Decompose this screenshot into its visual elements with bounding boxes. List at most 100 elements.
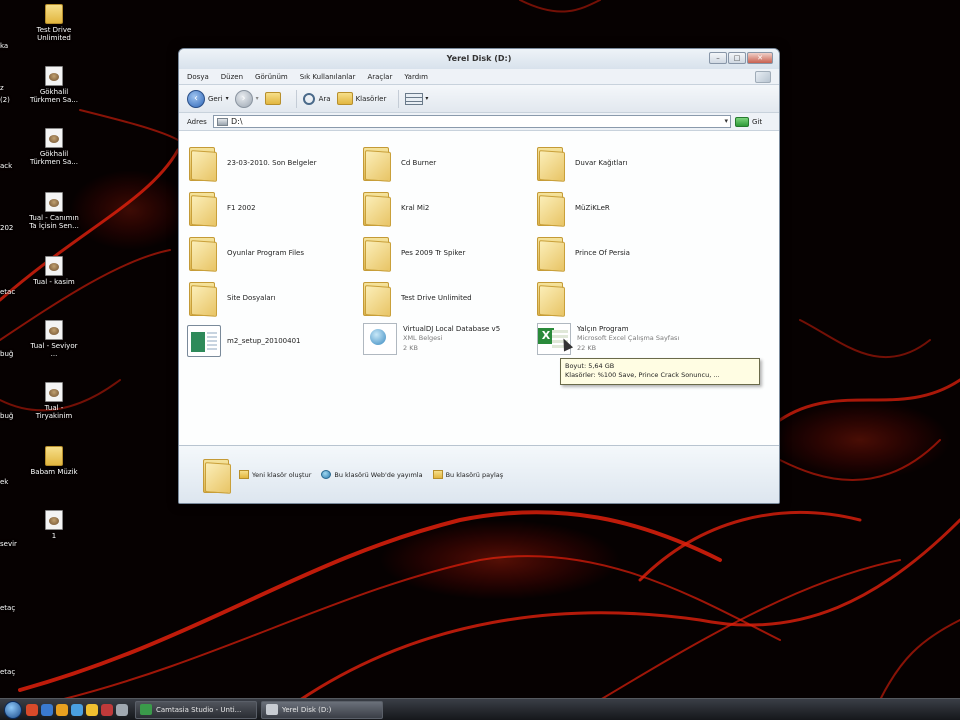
task-label: Yeni klasör oluştur (252, 470, 312, 479)
desktop-icon-label: Tual - Tiryakinim (35, 404, 73, 420)
back-button[interactable]: ‹ Geri ▾ (187, 89, 229, 108)
views-button[interactable]: ▾ (405, 92, 428, 105)
search-label: Ara (318, 94, 331, 103)
file-item[interactable]: m2_setup_20100401 (187, 325, 300, 357)
address-input[interactable]: D:\ ▾ (213, 115, 731, 128)
desktop-icon[interactable]: Gökhalil Türkmen Sa... (29, 128, 79, 166)
address-value: D:\ (231, 117, 243, 126)
close-button[interactable]: ✕ (747, 52, 773, 64)
desktop-edge-label: etaç (0, 604, 16, 612)
menu-view[interactable]: Görünüm (255, 73, 288, 81)
toolbar-separator (398, 89, 400, 108)
folder-item[interactable]: F1 2002 (187, 190, 256, 227)
address-dropdown-icon[interactable]: ▾ (724, 117, 728, 125)
desktop-icon[interactable]: Babam Müzik (29, 446, 79, 476)
start-button[interactable] (4, 700, 22, 719)
menu-edit[interactable]: Düzen (221, 73, 243, 81)
go-button[interactable]: Git (735, 116, 762, 127)
desktop-edge-label: sevir (0, 540, 17, 548)
desktop-icon-label: Tual - kasim (33, 278, 75, 286)
shortcut-icon (45, 510, 63, 530)
quick-launch-icon[interactable] (41, 703, 53, 716)
menu-help[interactable]: Yardım (404, 73, 428, 81)
up-folder-button[interactable] (264, 92, 284, 105)
forward-arrow-icon: › (234, 89, 253, 108)
minimize-button[interactable]: – (709, 52, 727, 64)
new-folder-task[interactable]: Yeni klasör oluştur (239, 470, 311, 479)
desktop-icon[interactable]: Test Drive Unlimited (29, 4, 79, 42)
folder-up-icon (264, 92, 281, 105)
title-bar[interactable]: Yerel Disk (D:) – □ ✕ (179, 49, 779, 69)
new-folder-icon (239, 470, 249, 479)
item-kind: XML Belgesi (403, 334, 443, 342)
folder-item[interactable]: 23-03-2010. Son Belgeler (187, 145, 316, 182)
forward-button[interactable]: › ▾ (234, 89, 259, 108)
item-name: Pes 2009 Tr Spiker (401, 249, 466, 257)
folder-item[interactable]: Test Drive Unlimited (361, 280, 472, 317)
search-button[interactable]: Ara (302, 92, 331, 105)
window-title: Yerel Disk (D:) (446, 54, 512, 63)
menu-tools[interactable]: Araçlar (367, 73, 392, 81)
folder-item[interactable]: Oyunlar Program Files (187, 235, 304, 272)
item-name: F1 2002 (227, 204, 256, 212)
menu-file[interactable]: Dosya (187, 73, 209, 81)
taskbar-button[interactable]: Yerel Disk (D:) (261, 700, 383, 719)
share-folder-icon (432, 470, 443, 479)
task-label: Bu klasörü paylaş (445, 470, 504, 479)
desktop-icon[interactable]: 1 (29, 510, 79, 540)
folder-item[interactable]: Duvar Kağıtları (535, 145, 628, 182)
shortcut-icon (45, 192, 63, 212)
file-item[interactable]: Yalçın Program Microsoft Excel Çalışma S… (537, 323, 679, 355)
window-controls: – □ ✕ (709, 52, 773, 64)
address-bar: Adres D:\ ▾ Git (179, 113, 779, 131)
shortcut-icon (45, 128, 63, 148)
taskbar-button-label: Yerel Disk (D:) (282, 705, 332, 714)
quick-launch-icon[interactable] (26, 703, 38, 716)
chevron-down-icon: ▾ (255, 95, 259, 102)
quick-launch-icon[interactable] (56, 703, 68, 716)
item-size: 2 KB (403, 344, 418, 352)
file-item[interactable]: VirtualDJ Local Database v5 XML Belgesi … (363, 323, 500, 355)
share-folder-task[interactable]: Bu klasörü paylaş (432, 470, 504, 479)
toolbar: ‹ Geri ▾ › ▾ Ara Klasörler ▾ (179, 85, 779, 113)
desktop-icon[interactable]: Tual - Tiryakinim (29, 382, 79, 420)
item-kind: Microsoft Excel Çalışma Sayfası (577, 334, 680, 342)
quick-launch-icon[interactable] (101, 703, 113, 716)
folders-button[interactable]: Klasörler (336, 92, 386, 105)
item-name: Yalçın Program (577, 325, 629, 333)
folder-icon (361, 190, 393, 227)
maximize-button[interactable]: □ (728, 52, 746, 64)
item-name: m2_setup_20100401 (227, 337, 301, 345)
folder-item[interactable]: MüZiKLeR (535, 190, 610, 227)
folder-item[interactable] (535, 280, 575, 317)
desktop-icon[interactable]: Tual - Canımın Ta İçisin Sen... (29, 192, 79, 230)
quick-launch-icon[interactable] (116, 703, 128, 716)
tooltip-folders: Klasörler: %100 Save, Prince Crack Sonun… (565, 371, 720, 379)
publish-web-task[interactable]: Bu klasörü Web'de yayımla (321, 470, 423, 479)
item-name: Duvar Kağıtları (575, 159, 628, 167)
desktop-icon[interactable]: Tual - Seviyor ... (29, 320, 79, 358)
menu-favorites[interactable]: Sık Kullanılanlar (300, 73, 356, 81)
item-name: Kral Mi2 (401, 204, 430, 212)
desktop-icon[interactable]: Tual - kasim (29, 256, 79, 286)
taskbar-button[interactable]: Camtasia Studio - Unti... (135, 700, 257, 719)
drive-icon (266, 704, 278, 715)
taskbar-button-label: Camtasia Studio - Unti... (156, 705, 242, 714)
folder-item[interactable]: Cd Burner (361, 145, 436, 182)
quick-launch-icon[interactable] (71, 703, 83, 716)
explorer-window: Yerel Disk (D:) – □ ✕ Dosya Düzen Görünü… (178, 48, 780, 504)
camtasia-icon (140, 704, 152, 715)
folder-icon (187, 190, 219, 227)
desktop-edge-label: etac (0, 288, 16, 296)
folder-item[interactable]: Site Dosyaları (187, 280, 275, 317)
folder-item[interactable]: Kral Mi2 (361, 190, 430, 227)
desktop-edge-label: (2) (0, 96, 10, 104)
desktop-icon[interactable]: Gökhalil Türkmen Sa... (29, 66, 79, 104)
folders-icon (336, 92, 353, 105)
folder-item[interactable]: Pes 2009 Tr Spiker (361, 235, 466, 272)
folder-icon (535, 145, 567, 182)
folder-item[interactable]: Prince Of Persia (535, 235, 630, 272)
quick-launch-icon[interactable] (86, 703, 98, 716)
desktop-icon-label: Test Drive Unlimited (36, 26, 72, 42)
desktop-edge-label: ek (0, 478, 9, 486)
